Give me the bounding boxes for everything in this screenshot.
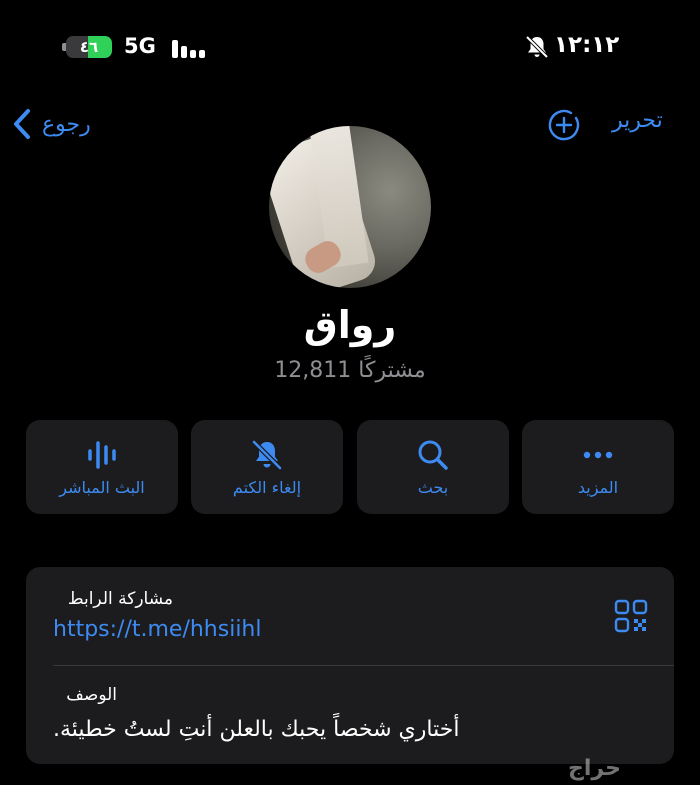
bell-slash-icon [525, 35, 549, 59]
network-type: 5G [124, 34, 156, 58]
channel-info-card: مشاركة الرابط https://t.me/hhsiihl الوصف… [26, 567, 674, 764]
more-label: المزيد [577, 478, 619, 497]
voice-chat-icon [88, 441, 116, 469]
signal-bars-icon [172, 38, 208, 58]
unmute-button[interactable]: إلغاء الكتم [191, 420, 343, 514]
search-button[interactable]: بحث [357, 420, 509, 514]
search-label: بحث [417, 478, 449, 497]
description-caption: الوصف [66, 685, 117, 705]
more-button[interactable]: المزيد [522, 420, 674, 514]
share-link-caption: مشاركة الرابط [67, 589, 173, 609]
back-label: رجوع [42, 111, 91, 137]
unmute-bell-icon [252, 440, 282, 470]
more-icon [583, 451, 613, 459]
channel-avatar[interactable] [269, 126, 431, 288]
search-icon [418, 440, 448, 470]
battery-indicator: ٤٦ [66, 36, 112, 58]
share-link[interactable]: https://t.me/hhsiihl [53, 617, 261, 642]
status-bar: ٤٦ 5G ١٢:١٢ [0, 30, 700, 66]
subscriber-count: 12,811 مشتركًا [274, 358, 426, 383]
edit-button[interactable]: تحرير [612, 108, 663, 133]
battery-level: ٤٦ [79, 38, 99, 56]
live-stream-button[interactable]: البث المباشر [26, 420, 178, 514]
watermark: حراج [568, 756, 621, 781]
description-text: أختاري شخصاً يحبك بالعلن أنتِ لستُ خطيئة… [53, 717, 460, 742]
back-button[interactable]: رجوع [10, 104, 91, 144]
action-buttons: البث المباشر إلغاء الكتم بحث المزيد [26, 420, 674, 514]
info-divider [53, 665, 674, 666]
qr-code-icon[interactable] [614, 599, 648, 633]
battery-nub [62, 43, 66, 51]
live-stream-label: البث المباشر [59, 478, 145, 497]
unmute-label: إلغاء الكتم [232, 478, 302, 497]
chevron-left-icon [14, 109, 30, 139]
clock: ١٢:١٢ [554, 32, 620, 58]
channel-name: رواق [303, 303, 397, 347]
add-circle-icon[interactable] [546, 107, 582, 143]
